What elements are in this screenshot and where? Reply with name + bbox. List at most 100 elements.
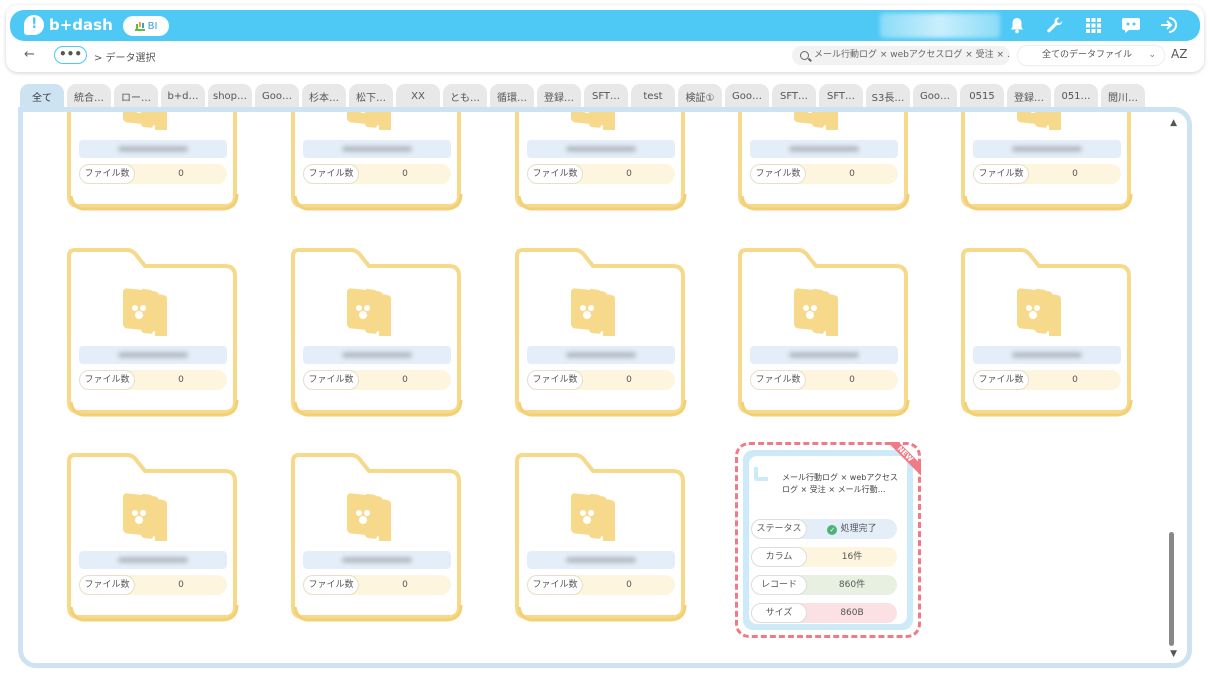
column-row: カラム 16件 <box>751 547 897 567</box>
logout-icon[interactable] <box>1158 14 1180 36</box>
folder-stack-icon <box>571 288 615 336</box>
file-count-row: ファイル数 0 <box>79 370 227 390</box>
folder-card[interactable]: ファイル数 0 <box>289 112 465 212</box>
file-count-label: ファイル数 <box>973 370 1029 390</box>
tab-14[interactable]: 検証① <box>678 84 722 108</box>
top-bar: b+dash BI <box>10 10 1200 41</box>
folder-card[interactable]: ファイル数 0 <box>65 242 241 418</box>
filter-selected: 全てのデータファイル <box>1042 50 1133 60</box>
tab-17[interactable]: SFT… <box>819 84 863 108</box>
status-value-wrap: ✓ 処理完了 <box>807 519 897 539</box>
size-value: 860B <box>840 608 864 618</box>
tab-13[interactable]: test <box>631 84 675 108</box>
sort-az-button[interactable]: AZ <box>1171 47 1187 61</box>
tab-12[interactable]: SFT… <box>584 84 628 108</box>
tab-19[interactable]: Goo… <box>913 84 957 108</box>
folder-card[interactable]: ファイル数 0 <box>959 112 1135 212</box>
file-count-label: ファイル数 <box>79 164 135 184</box>
file-count-value: 0 <box>402 375 408 385</box>
file-count-label: ファイル数 <box>527 370 583 390</box>
bell-icon[interactable] <box>1006 14 1028 36</box>
folder-name-redacted <box>1012 352 1082 358</box>
folder-stack-icon <box>571 493 615 541</box>
scroll-down-arrow-icon[interactable]: ▼ <box>1170 649 1177 659</box>
product-badge[interactable]: BI <box>123 16 169 36</box>
tab-20[interactable]: 0515 <box>960 84 1004 108</box>
tab-18[interactable]: S3長… <box>866 84 910 108</box>
tab-5[interactable]: Goo… <box>255 84 299 108</box>
scrollbar-thumb[interactable] <box>1169 532 1174 646</box>
file-count-row: ファイル数 0 <box>973 164 1121 184</box>
file-count-value: 0 <box>626 169 632 179</box>
folder-stack-icon <box>794 288 838 336</box>
folder-card[interactable]: ファイル数 0 <box>736 112 912 212</box>
breadcrumb-more-button[interactable]: ••• <box>54 46 87 64</box>
status-value: 処理完了 <box>840 524 877 534</box>
tab-21[interactable]: 登録… <box>1007 84 1051 108</box>
tab-4[interactable]: shop… <box>208 84 252 108</box>
tab-8[interactable]: XX <box>396 84 440 108</box>
new-data-file-card[interactable]: NEW メール行動ログ × webアクセスログ × 受注 × メール行動… ステ… <box>735 442 921 638</box>
tab-16[interactable]: SFT… <box>772 84 816 108</box>
folder-name <box>79 140 227 158</box>
folder-name <box>303 551 451 569</box>
column-label: カラム <box>751 547 807 567</box>
tab-11[interactable]: 登録… <box>537 84 581 108</box>
user-account-name[interactable] <box>880 13 1000 38</box>
tab-15[interactable]: Goo… <box>725 84 769 108</box>
folder-card[interactable]: ファイル数 0 <box>513 447 689 623</box>
breadcrumb-bar: ← ••• > データ選択 メール行動ログ × webアクセスログ × 受注 ×… <box>16 45 1194 67</box>
file-count-label: ファイル数 <box>527 164 583 184</box>
tab-6[interactable]: 杉本… <box>302 84 346 108</box>
file-count-row: ファイル数 0 <box>303 164 451 184</box>
folder-name-redacted <box>566 146 636 152</box>
data-file-filter-select[interactable]: 全てのデータファイル ⌄ <box>1018 46 1164 65</box>
data-file-title: メール行動ログ × webアクセスログ × 受注 × メール行動… <box>782 473 898 494</box>
chevron-down-icon: ⌄ <box>1148 50 1156 60</box>
folder-stack-icon <box>1017 288 1061 336</box>
folder-card[interactable]: ファイル数 0 <box>65 112 241 212</box>
search-input[interactable]: メール行動ログ × webアクセスログ × 受注 × ... <box>792 46 1010 65</box>
file-count-value: 0 <box>849 375 855 385</box>
file-count-value: 0 <box>1072 375 1078 385</box>
tab-0[interactable]: 全て <box>20 84 64 108</box>
folder-card[interactable]: ファイル数 0 <box>513 112 689 212</box>
folder-name-redacted <box>342 557 412 563</box>
file-count-label: ファイル数 <box>79 370 135 390</box>
folder-name <box>527 140 675 158</box>
breadcrumb-current: > データ選択 <box>94 53 156 64</box>
tab-9[interactable]: とも… <box>443 84 487 108</box>
column-value: 16件 <box>841 552 863 562</box>
scroll-up-arrow-icon[interactable]: ▲ <box>1170 118 1177 128</box>
folder-grid: ファイル数 0 ファイル数 0 ファイル数 0 ファイル数 0 ファイル数 0 ファイル数 0 ファイル… <box>23 112 1163 663</box>
tab-1[interactable]: 統合… <box>67 84 111 108</box>
folder-name-redacted <box>118 352 188 358</box>
file-count-value: 0 <box>1072 169 1078 179</box>
folder-card[interactable]: ファイル数 0 <box>736 242 912 418</box>
folder-card[interactable]: ファイル数 0 <box>289 242 465 418</box>
tab-3[interactable]: b+d… <box>161 84 205 108</box>
folder-stack-icon <box>347 112 391 130</box>
back-arrow-icon[interactable]: ← <box>24 47 35 62</box>
tab-10[interactable]: 循環… <box>490 84 534 108</box>
grid-icon[interactable] <box>1082 14 1104 36</box>
folder-card[interactable]: ファイル数 0 <box>65 447 241 623</box>
folder-card[interactable]: ファイル数 0 <box>959 242 1135 418</box>
tab-23[interactable]: 閲川… <box>1101 84 1145 108</box>
file-count-label: ファイル数 <box>750 370 806 390</box>
chat-bot-icon[interactable] <box>1120 14 1142 36</box>
search-value: メール行動ログ × webアクセスログ × 受注 × ... <box>814 50 1010 60</box>
wrench-icon[interactable] <box>1044 14 1066 36</box>
tab-7[interactable]: 松下… <box>349 84 393 108</box>
brand-logo[interactable]: b+dash <box>24 15 113 35</box>
folder-name <box>750 346 898 364</box>
folder-card[interactable]: ファイル数 0 <box>289 447 465 623</box>
product-badge-label: BI <box>147 20 158 32</box>
size-row: サイズ 860B <box>751 603 897 623</box>
folder-stack-icon <box>347 288 391 336</box>
folder-name <box>973 140 1121 158</box>
tab-2[interactable]: ロー… <box>114 84 158 108</box>
folder-card[interactable]: ファイル数 0 <box>513 242 689 418</box>
folder-name <box>303 140 451 158</box>
tab-22[interactable]: 051… <box>1054 84 1098 108</box>
